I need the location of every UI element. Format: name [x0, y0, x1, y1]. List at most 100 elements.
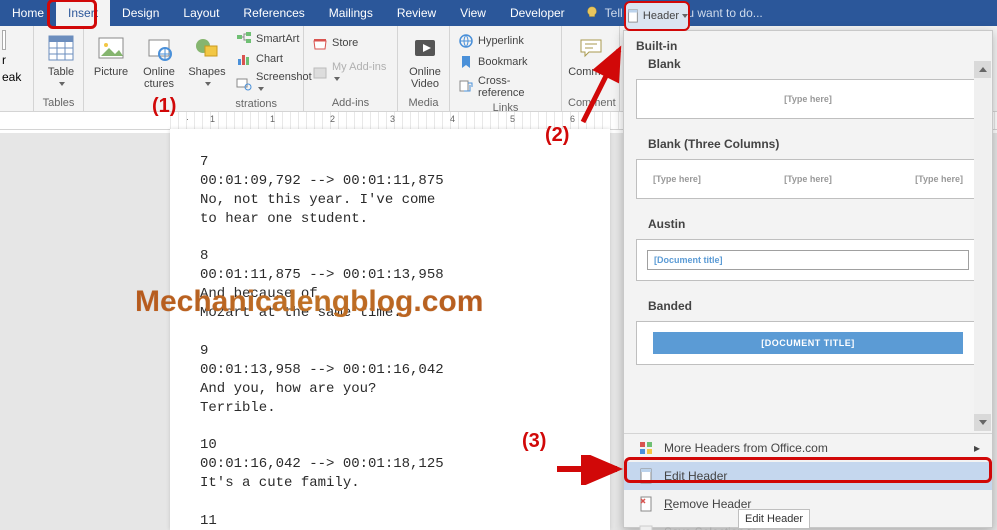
chevron-down-icon [682, 14, 688, 18]
smartart-label: SmartArt [256, 33, 299, 45]
header-gallery-panel: Header Built-in Blank [Type here] Blank … [623, 30, 993, 528]
online-video-button[interactable]: Online Video [404, 30, 446, 92]
pages-icon[interactable] [2, 30, 6, 50]
cross-reference-icon [458, 79, 474, 95]
blank-placeholder: [Type here] [653, 94, 963, 104]
smartart-icon [236, 31, 252, 47]
tab-references[interactable]: References [231, 0, 316, 26]
tabs-bar: Home Insert Design Layout References Mai… [0, 0, 997, 26]
tab-design[interactable]: Design [110, 0, 171, 26]
save-selection-icon [638, 524, 654, 530]
blank-page-label[interactable]: r [2, 53, 6, 67]
screenshot-icon [236, 75, 252, 91]
blank-template[interactable]: [Type here] [636, 79, 980, 119]
header-page-icon [626, 9, 640, 23]
banded-template[interactable]: [DOCUMENT TITLE] [636, 321, 980, 365]
app-root: Home Insert Design Layout References Mai… [0, 0, 997, 530]
builtin-section-label: Built-in [624, 31, 992, 57]
online-pictures-icon [143, 32, 175, 64]
video-icon [409, 32, 441, 64]
group-tables: Table Tables [34, 26, 84, 111]
three-cols-ph-3: [Type here] [915, 174, 963, 184]
austin-placeholder: [Document title] [647, 250, 969, 270]
group-media: Online Video Media [398, 26, 450, 111]
table-icon [45, 32, 77, 64]
tab-insert-label: Insert [68, 6, 98, 20]
group-media-label: Media [404, 95, 443, 109]
group-pages: r eak [0, 26, 34, 111]
shapes-label: Shapes [188, 66, 225, 90]
more-headers-label: More Headers from Office.com [664, 441, 828, 455]
more-headers-menu-item[interactable]: More Headers from Office.com ▸ [624, 434, 992, 462]
tab-review[interactable]: Review [385, 0, 448, 26]
online-video-label: Online Video [409, 66, 441, 90]
group-comments-label: Comment [568, 95, 613, 109]
chevron-up-icon [979, 67, 987, 72]
page-break-label[interactable]: eak [2, 70, 21, 84]
chart-icon [236, 51, 252, 67]
hyperlink-icon [458, 33, 474, 49]
tab-developer[interactable]: Developer [498, 0, 577, 26]
banded-template-label: Banded [636, 291, 980, 317]
pictures-label: Picture [94, 66, 128, 78]
gallery-scrollbar[interactable] [974, 61, 991, 431]
bookmark-icon [458, 54, 474, 70]
chevron-down-icon [979, 420, 987, 425]
three-cols-ph-1: [Type here] [653, 174, 701, 184]
chart-button[interactable]: Chart [234, 50, 314, 68]
banded-placeholder: [DOCUMENT TITLE] [653, 332, 963, 354]
group-pages-label [2, 107, 27, 109]
pictures-button[interactable]: Picture [90, 30, 132, 80]
header-button[interactable]: Header [624, 1, 690, 31]
scroll-down-button[interactable] [974, 414, 991, 431]
three-cols-template[interactable]: [Type here] [Type here] [Type here] [636, 159, 980, 199]
group-addins-label: Add-ins [310, 95, 391, 109]
austin-template-label: Austin [636, 209, 980, 235]
tab-insert[interactable]: Insert [56, 0, 110, 26]
store-label: Store [332, 37, 358, 49]
addins-icon [312, 65, 328, 81]
cross-reference-label: Cross-reference [478, 75, 553, 99]
page[interactable]: 7 00:01:09,792 --> 00:01:11,875 No, not … [170, 129, 610, 530]
comment-icon [575, 32, 607, 64]
group-illustrations-label: strations [90, 96, 297, 110]
table-label: Table [44, 66, 78, 90]
pictures-icon [95, 32, 127, 64]
my-addins-label: My Add-ins [332, 61, 389, 85]
tab-home[interactable]: Home [0, 0, 56, 26]
blank-template-label: Blank [636, 57, 980, 75]
group-links: Hyperlink Bookmark Cross-reference Links [450, 26, 562, 111]
group-illustrations: Picture Online ctures Shapes [84, 26, 304, 111]
group-tables-label: Tables [40, 95, 77, 109]
austin-template[interactable]: [Document title] [636, 239, 980, 281]
shapes-button[interactable]: Shapes [186, 30, 228, 92]
bookmark-label: Bookmark [478, 56, 528, 68]
screenshot-button[interactable]: Screenshot [234, 70, 314, 96]
gallery-scroll-area: Blank [Type here] Blank (Three Columns) … [624, 57, 992, 433]
three-cols-ph-2: [Type here] [784, 174, 832, 184]
tab-view[interactable]: View [448, 0, 498, 26]
edit-header-menu-item[interactable]: Edit Header [624, 462, 992, 490]
hyperlink-label: Hyperlink [478, 35, 524, 47]
comment-button[interactable]: Commen [568, 30, 613, 80]
document-body-text[interactable]: 7 00:01:09,792 --> 00:01:11,875 No, not … [200, 153, 580, 530]
edit-header-icon [638, 468, 654, 484]
table-button[interactable]: Table [40, 30, 82, 92]
edit-header-tooltip: Edit Header [738, 509, 810, 529]
store-button[interactable]: Store [310, 34, 360, 52]
online-pictures-button[interactable]: Online ctures [138, 30, 180, 92]
cross-reference-button[interactable]: Cross-reference [456, 74, 555, 100]
hyperlink-button[interactable]: Hyperlink [456, 32, 526, 50]
comment-label: Commen [568, 66, 613, 78]
tab-mailings[interactable]: Mailings [317, 0, 385, 26]
my-addins-button[interactable]: My Add-ins [310, 60, 391, 86]
bookmark-button[interactable]: Bookmark [456, 53, 530, 71]
submenu-arrow-icon: ▸ [974, 441, 980, 455]
header-button-label: Header [643, 10, 679, 22]
smartart-button[interactable]: SmartArt [234, 30, 314, 48]
tab-layout[interactable]: Layout [171, 0, 231, 26]
lightbulb-icon [585, 6, 599, 20]
scroll-up-button[interactable] [974, 61, 991, 78]
edit-header-label: Edit Header [664, 469, 727, 483]
store-icon [312, 35, 328, 51]
